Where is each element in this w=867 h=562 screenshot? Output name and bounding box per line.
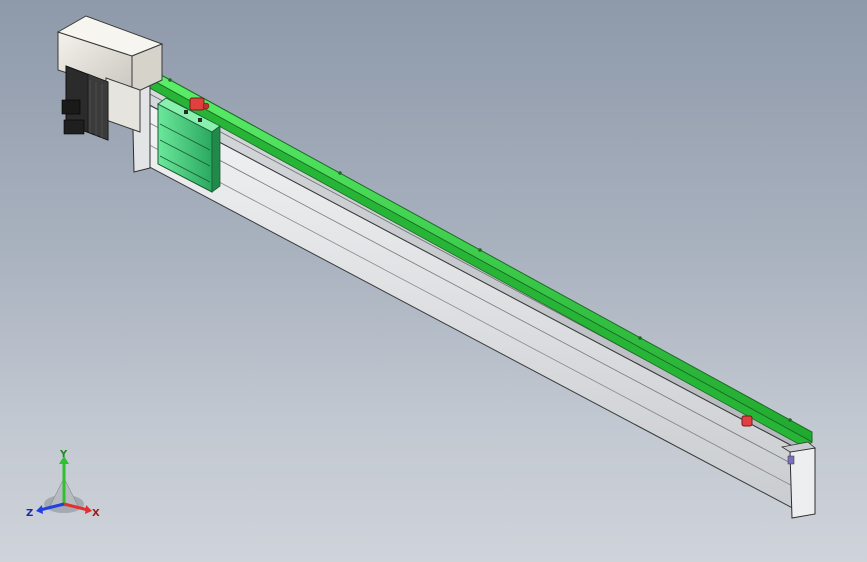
guide-rail-side (145, 79, 813, 449)
rail-screw (788, 418, 792, 422)
rail-screw (338, 171, 342, 175)
beam-groove-1 (139, 117, 801, 469)
axis-triad[interactable]: Y Z X (22, 448, 106, 524)
carriage-bolt (184, 110, 188, 114)
z-axis-label: Z (26, 508, 33, 519)
y-axis-label: Y (59, 449, 68, 460)
stopper-left[interactable] (189, 97, 205, 111)
rail-screw (168, 78, 172, 82)
linear-actuator-model[interactable] (0, 0, 867, 562)
motor-body-shade (87, 73, 109, 141)
end-cap-bolt (787, 455, 795, 465)
cad-viewport[interactable]: Y Z X (0, 0, 867, 562)
beam-groove-2 (139, 139, 801, 491)
motor-connector[interactable] (61, 99, 81, 115)
x-arrowhead-icon (85, 505, 92, 514)
carriage-bolt (198, 118, 202, 122)
stopper-left-knob (202, 102, 210, 110)
motor-connector-lower (63, 119, 85, 135)
x-axis-label: X (92, 508, 100, 519)
rail-screw (478, 248, 482, 252)
z-arrowhead-icon (36, 505, 43, 514)
stopper-right[interactable] (741, 415, 753, 427)
beam-front-face[interactable] (139, 99, 801, 513)
rail-screw (638, 336, 642, 340)
carriage-side (211, 125, 221, 193)
guide-rail[interactable] (151, 69, 813, 443)
